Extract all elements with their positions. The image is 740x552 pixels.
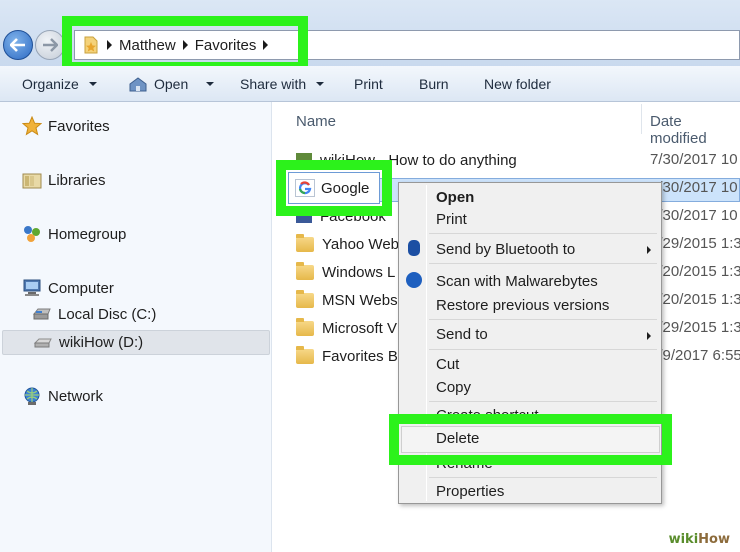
menu-item-properties[interactable]: Properties	[436, 483, 504, 500]
menu-separator	[429, 233, 657, 234]
organize-label: Organize	[22, 76, 79, 92]
forward-button[interactable]	[35, 30, 65, 60]
computer-icon	[23, 279, 41, 296]
file-name: Favorites B	[322, 347, 398, 365]
menu-item-open[interactable]: Open	[436, 189, 474, 206]
file-date: 5/20/2015 1:3	[650, 263, 740, 280]
back-arrow-icon	[10, 38, 25, 52]
malwarebytes-icon	[406, 272, 422, 288]
share-with-label: Share with	[240, 76, 307, 92]
organize-button[interactable]: Organize	[22, 66, 97, 102]
forward-arrow-icon	[43, 38, 58, 52]
sidebar-item-label: Local Disc (C:)	[58, 305, 157, 323]
command-bar: Organize Open Share with Print Burn New …	[0, 66, 740, 102]
sidebar-item-homegroup[interactable]: Homegroup	[22, 224, 126, 244]
folder-icon	[296, 261, 314, 280]
file-row[interactable]: MSN Webs	[296, 289, 398, 311]
sidebar-item-wikihow-drive[interactable]: wikiHow (D:)	[2, 330, 270, 355]
sidebar-item-label: Computer	[48, 279, 114, 297]
drive-c-icon	[32, 308, 51, 320]
sidebar-item-label: Homegroup	[48, 225, 127, 243]
file-date: 5/29/2015 1:3	[650, 235, 740, 252]
wikihow-watermark: wikiHow	[664, 531, 734, 548]
chevron-down-icon	[206, 82, 215, 86]
print-label: Print	[354, 76, 383, 92]
file-row[interactable]: Yahoo Web	[296, 233, 399, 255]
menu-separator	[429, 319, 657, 320]
file-date: 7/30/2017 10	[650, 151, 738, 168]
print-button[interactable]: Print	[354, 66, 383, 102]
file-date: 7/30/2017 10	[650, 179, 738, 196]
file-name: Yahoo Web	[322, 235, 399, 253]
sidebar-item-computer[interactable]: Computer	[22, 278, 114, 298]
file-row-google[interactable]: Google	[288, 172, 380, 204]
share-with-button[interactable]: Share with	[240, 66, 325, 102]
menu-separator	[429, 263, 657, 264]
sidebar-item-libraries[interactable]: Libraries	[22, 170, 106, 190]
folder-icon	[296, 345, 314, 364]
submenu-arrow-icon	[647, 246, 651, 254]
menu-item-copy[interactable]: Copy	[436, 379, 471, 396]
menu-separator	[429, 401, 657, 402]
menu-item-cut[interactable]: Cut	[436, 356, 459, 373]
address-highlight-box	[62, 16, 308, 72]
folder-icon	[296, 289, 314, 308]
menu-item-print[interactable]: Print	[436, 211, 467, 228]
file-date: 5/29/2015 1:3	[650, 319, 740, 336]
open-app-icon	[129, 77, 147, 92]
drive-d-icon	[33, 338, 52, 347]
watermark-wiki: wiki	[668, 532, 699, 547]
file-name: Google	[321, 179, 370, 197]
file-row[interactable]: Microsoft V	[296, 317, 397, 339]
back-button[interactable]	[3, 30, 33, 60]
folder-icon	[296, 233, 314, 252]
burn-button[interactable]: Burn	[419, 66, 449, 102]
file-row[interactable]: Windows L	[296, 261, 395, 283]
file-date: 5/9/2017 6:55	[650, 347, 740, 364]
homegroup-icon	[24, 226, 40, 242]
file-row[interactable]: Favorites B	[296, 345, 398, 367]
sidebar-item-label: Libraries	[48, 171, 106, 189]
sidebar-item-label: Favorites	[48, 117, 110, 135]
file-name: Microsoft V	[322, 319, 398, 337]
submenu-arrow-icon	[647, 332, 651, 340]
star-icon	[22, 116, 42, 136]
sidebar-item-network[interactable]: Network	[22, 386, 103, 406]
watermark-how: How	[698, 532, 730, 547]
menu-item-delete[interactable]: Delete	[401, 426, 660, 453]
chevron-down-icon	[88, 82, 97, 86]
chevron-down-icon	[316, 82, 325, 86]
burn-label: Burn	[419, 76, 449, 92]
new-folder-label: New folder	[484, 76, 551, 92]
sidebar-item-favorites[interactable]: Favorites	[22, 116, 110, 136]
column-header-date-modified[interactable]: Date modified	[650, 113, 740, 147]
network-icon	[24, 387, 40, 405]
column-header-name[interactable]: Name	[296, 113, 336, 130]
menu-item-send-bluetooth[interactable]: Send by Bluetooth to	[436, 241, 575, 258]
menu-item-scan-malwarebytes[interactable]: Scan with Malwarebytes	[436, 273, 598, 290]
column-divider[interactable]	[641, 104, 642, 134]
menu-separator	[429, 349, 657, 350]
sidebar-item-local-disc[interactable]: Local Disc (C:)	[32, 305, 156, 323]
menu-item-send-to[interactable]: Send to	[436, 326, 488, 343]
file-name: MSN Webs	[322, 291, 398, 309]
new-folder-button[interactable]: New folder	[484, 66, 551, 102]
sidebar-item-label: wikiHow (D:)	[59, 334, 144, 351]
folder-icon	[296, 317, 314, 336]
file-date: 7/30/2017 10	[650, 207, 738, 224]
menu-item-restore-versions[interactable]: Restore previous versions	[436, 297, 609, 314]
menu-separator	[429, 477, 657, 478]
sidebar-item-label: Network	[48, 387, 104, 405]
file-name: Windows L	[322, 263, 396, 281]
google-icon	[295, 179, 315, 197]
open-label: Open	[154, 76, 189, 92]
open-button[interactable]: Open	[128, 66, 215, 102]
bluetooth-icon	[408, 240, 420, 256]
menu-item-delete-label: Delete	[436, 430, 480, 447]
libraries-icon	[22, 173, 42, 189]
file-date: 5/20/2015 1:3	[650, 291, 740, 308]
